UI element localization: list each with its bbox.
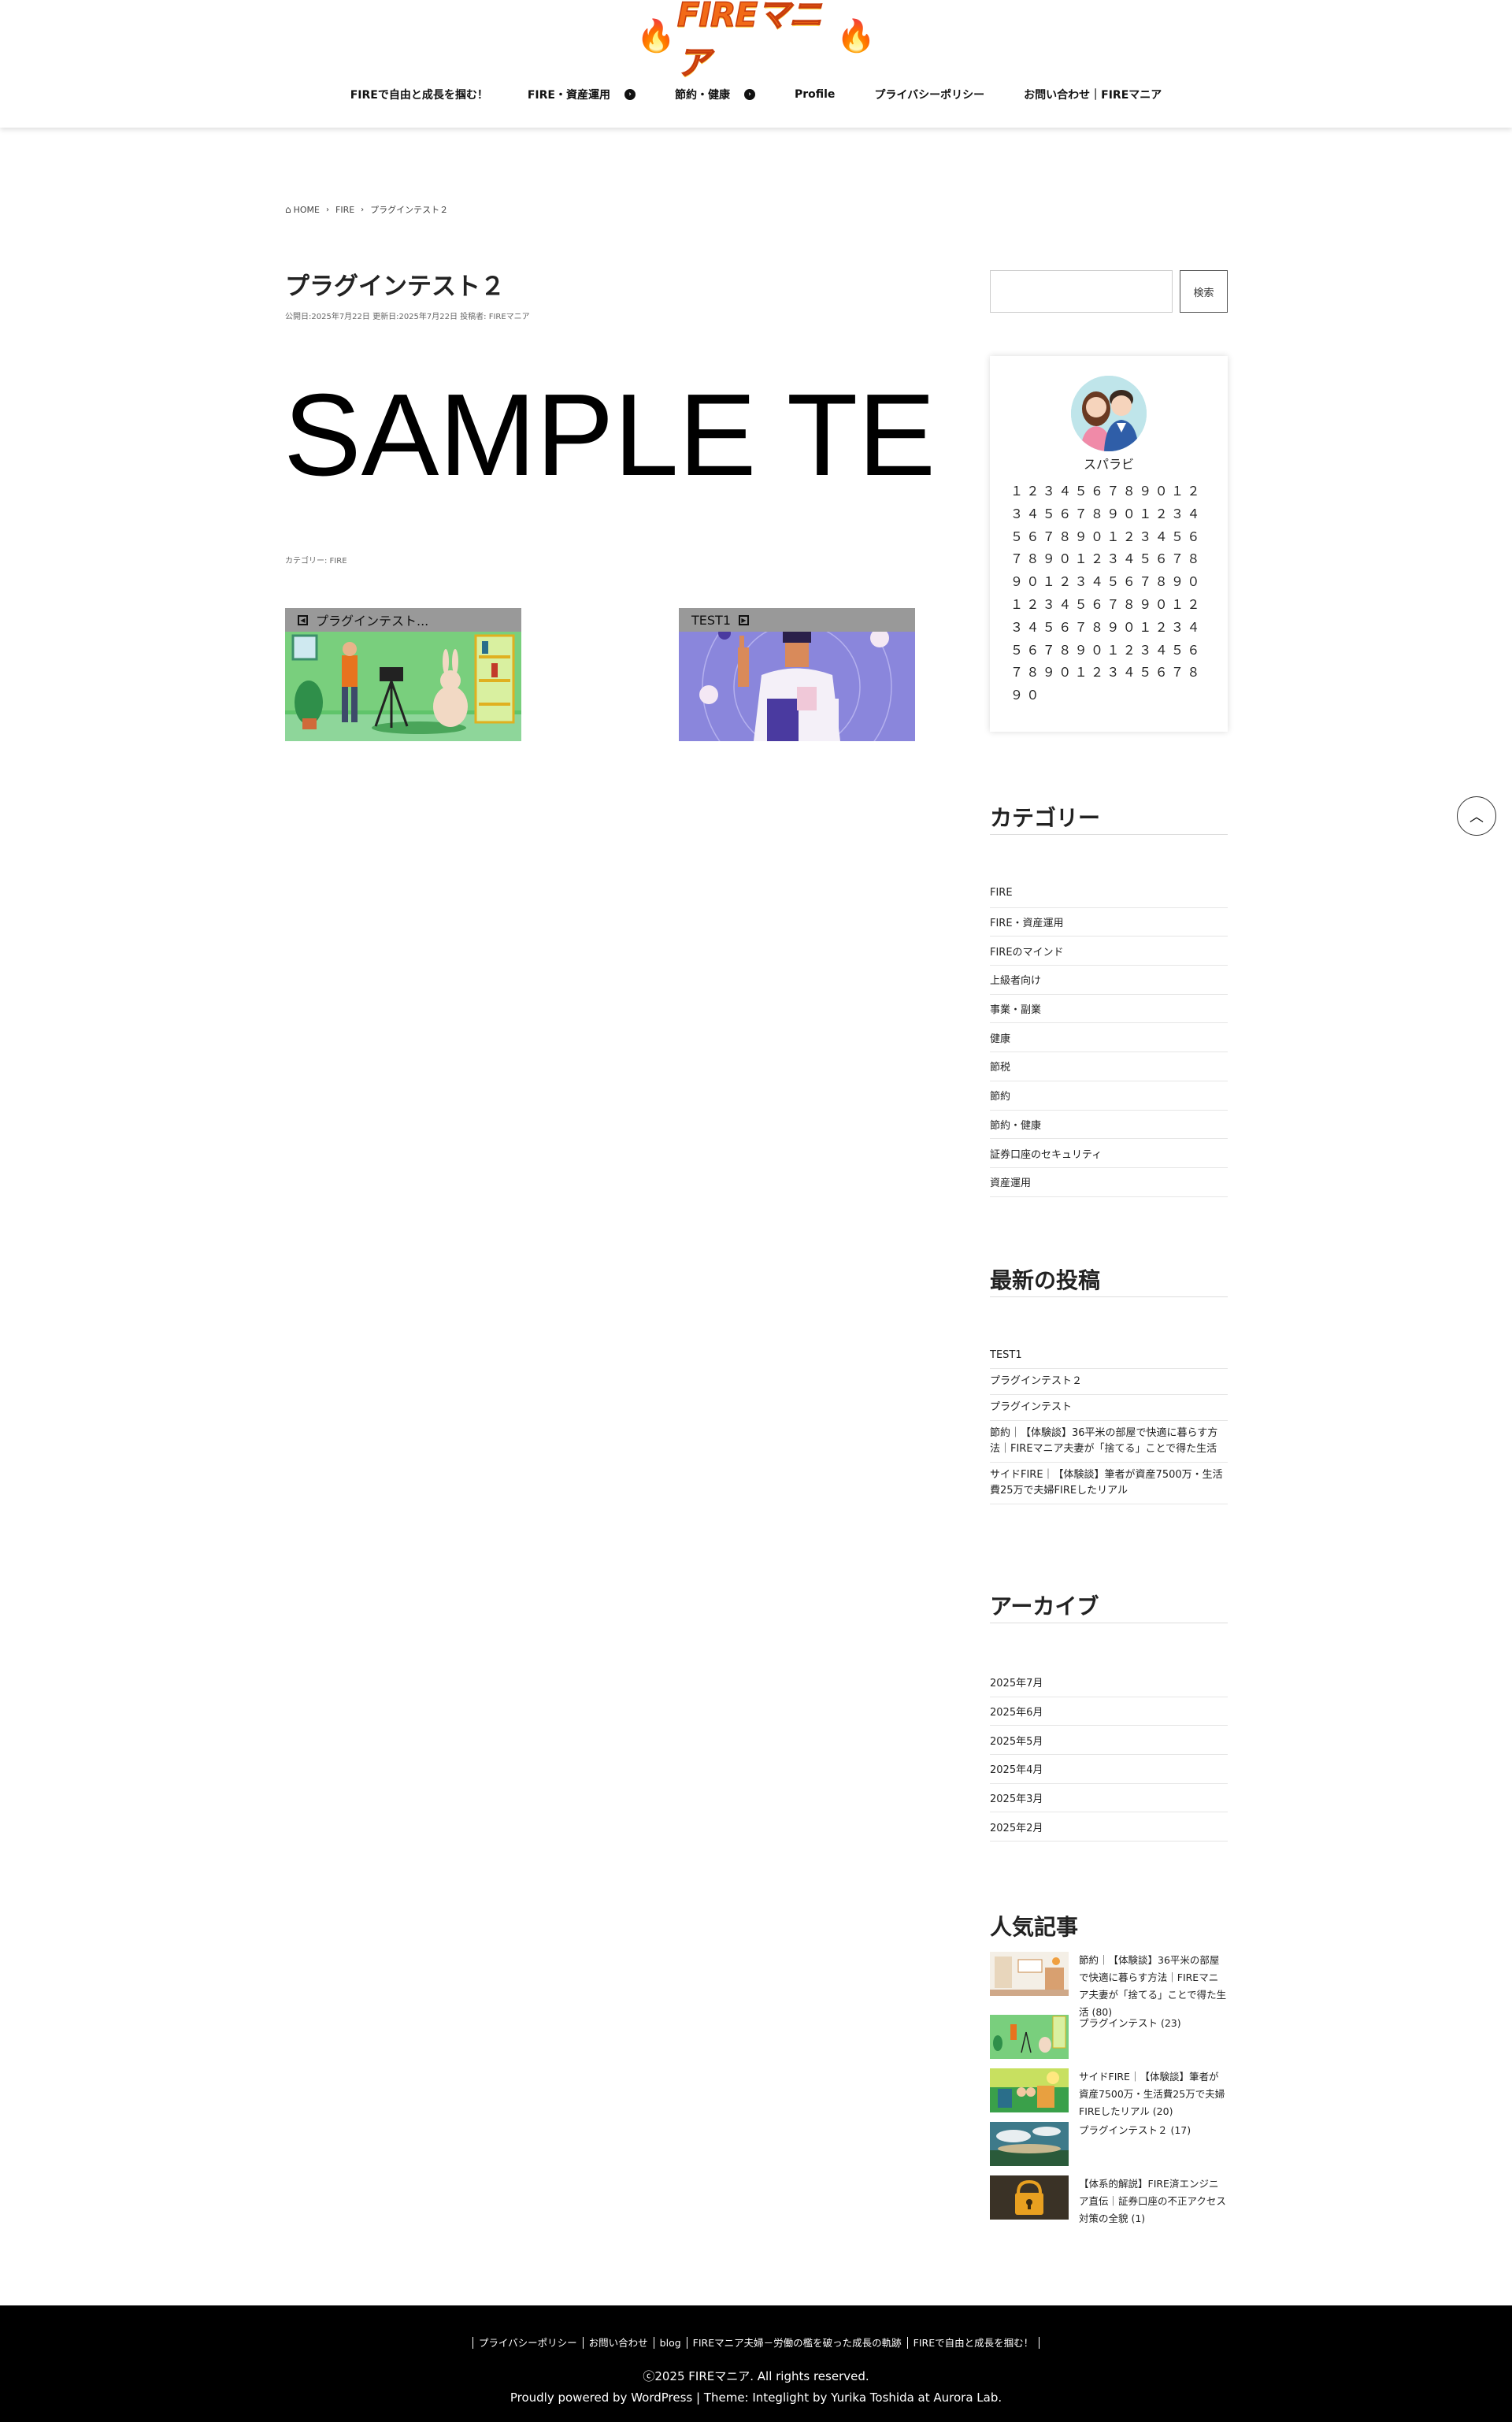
post-body-text: SAMPLE TE: [284, 370, 936, 500]
category-link[interactable]: 事業・副業: [990, 995, 1228, 1024]
popular-post-thumbnail[interactable]: [990, 2068, 1069, 2112]
post-title: プラグインテスト２: [285, 273, 505, 301]
category-link[interactable]: 節約・健康: [990, 1111, 1228, 1140]
chevron-right-icon[interactable]: ›: [743, 89, 755, 100]
profile-description: １２３４５６７８９０１２３４５６７８９０１２３４５６７８９０１２３４５６７８９０…: [1010, 484, 1203, 703]
recent-post-link[interactable]: プラグインテスト: [990, 1395, 1228, 1421]
site-footer: プライバシーポリシー お問い合わせ blog FIREマニア夫婦－労働の檻を破った成長…: [0, 2305, 1512, 2422]
popular-post-thumbnail[interactable]: [990, 2122, 1069, 2166]
logo-text: FIREマニア: [676, 0, 823, 83]
popular-post-title[interactable]: プラグインテスト (23): [1079, 2015, 1181, 2059]
recent-post-link[interactable]: プラグインテスト２: [990, 1369, 1228, 1395]
next-post-card[interactable]: TEST1 ▶: [679, 608, 915, 741]
popular-post-thumbnail[interactable]: [990, 1952, 1069, 1996]
flame-icon: 🔥: [836, 18, 876, 54]
archive-link[interactable]: 2025年4月: [990, 1755, 1228, 1784]
prev-post-label: プラグインテスト...: [316, 614, 429, 629]
category-link[interactable]: 節約: [990, 1081, 1228, 1111]
footer-link-contact[interactable]: お問い合わせ: [582, 2337, 654, 2349]
chevron-up-icon: ︿: [1469, 809, 1484, 825]
recent-post-link[interactable]: TEST1: [990, 1343, 1228, 1369]
profile-card: スパラビ １２３４５６７８９０１２３４５６７８９０１２３４５６７８９０１２３４５…: [990, 356, 1228, 732]
popular-post-item[interactable]: プラグインテスト２ (17): [990, 2122, 1228, 2166]
category-link[interactable]: FIRE: [990, 879, 1228, 908]
popular-posts-title: 人気記事: [990, 1914, 1079, 1940]
category-link[interactable]: FIREのマインド: [990, 937, 1228, 966]
chevron-right-icon: ›: [326, 205, 329, 214]
archive-link[interactable]: 2025年5月: [990, 1726, 1228, 1756]
category-link[interactable]: 健康: [990, 1023, 1228, 1053]
footer-link-privacy[interactable]: プライバシーポリシー: [472, 2337, 583, 2349]
nav-item-saving-health[interactable]: 節約・健康 ›: [655, 82, 775, 107]
archives-list: 2025年7月 2025年6月 2025年5月 2025年4月 2025年3月 …: [990, 1668, 1228, 1842]
category-link[interactable]: 上級者向け: [990, 966, 1228, 995]
back-to-top-button[interactable]: ︿: [1457, 796, 1496, 836]
category-link[interactable]: FIRE・資産運用: [990, 908, 1228, 937]
archive-link[interactable]: 2025年6月: [990, 1697, 1228, 1727]
recent-post-link[interactable]: 節約｜【体験談】36平米の部屋で快適に暮らす方法｜FIREマニア夫妻が「捨てる」…: [990, 1421, 1228, 1463]
prev-post-bar[interactable]: ◀ プラグインテスト...: [285, 608, 521, 632]
powered-by: Proudly powered by WordPress | Theme: In…: [510, 2390, 1002, 2405]
archives-title: アーカイブ: [990, 1589, 1228, 1623]
footer-links: プライバシーポリシー お問い合わせ blog FIREマニア夫婦－労働の檻を破った成長…: [0, 2335, 1512, 2350]
breadcrumb-current: プラグインテスト２: [370, 205, 449, 215]
nav-item-profile[interactable]: Profile: [775, 82, 854, 107]
prev-post-card[interactable]: ◀ プラグインテスト...: [285, 608, 521, 741]
nav-item-contact[interactable]: お問い合わせ｜FIREマニア: [1004, 82, 1181, 107]
categories-title: カテゴリー: [990, 801, 1228, 835]
search-input[interactable]: [990, 270, 1173, 313]
post-category[interactable]: カテゴリー: FIRE: [285, 554, 347, 566]
footer-link-fire-freedom[interactable]: FIREで自由と成長を掴む！: [906, 2337, 1040, 2349]
popular-post-title[interactable]: 【体系的解説】FIRE済エンジニア直伝｜証券口座の不正アクセス対策の全貌 (1): [1079, 2175, 1228, 2227]
categories-list: FIRE FIRE・資産運用 FIREのマインド 上級者向け 事業・副業 健康 …: [990, 879, 1228, 1197]
site-header: 🔥 FIREマニア 🔥 FIREで自由と成長を掴む！ FIRE・資産運用 › 節約…: [0, 0, 1512, 128]
main-nav: FIREで自由と成長を掴む！ FIRE・資産運用 › 節約・健康 › Profile…: [0, 82, 1512, 107]
nav-item-privacy[interactable]: プライバシーポリシー: [854, 82, 1004, 107]
arrow-right-icon: ▶: [739, 614, 749, 625]
footer-link-couple[interactable]: FIREマニア夫婦－労働の檻を破った成長の軌跡: [686, 2337, 907, 2349]
arrow-left-icon: ◀: [298, 614, 308, 625]
nav-item-fire-freedom[interactable]: FIREで自由と成長を掴む！: [331, 82, 508, 107]
profile-name: スパラビ: [1083, 457, 1134, 472]
next-post-bar[interactable]: TEST1 ▶: [679, 608, 915, 632]
chevron-right-icon: ›: [361, 205, 365, 214]
site-logo[interactable]: 🔥 FIREマニア 🔥: [636, 0, 876, 83]
recent-posts-list: TEST1 プラグインテスト２ プラグインテスト 節約｜【体験談】36平米の部屋…: [990, 1343, 1228, 1504]
next-post-thumbnail[interactable]: [679, 632, 915, 741]
recent-post-link[interactable]: サイドFIRE｜【体験談】筆者が資産7500万・生活費25万で夫婦FIREしたリ…: [990, 1463, 1228, 1504]
breadcrumb-home[interactable]: HOME: [294, 205, 320, 215]
popular-post-thumbnail[interactable]: [990, 2175, 1069, 2220]
popular-post-item[interactable]: プラグインテスト (23): [990, 2015, 1228, 2059]
archive-link[interactable]: 2025年7月: [990, 1668, 1228, 1697]
popular-post-title[interactable]: プラグインテスト２ (17): [1079, 2122, 1191, 2166]
archive-link[interactable]: 2025年2月: [990, 1812, 1228, 1842]
prev-post-thumbnail[interactable]: [285, 632, 521, 741]
next-post-label: TEST1: [691, 612, 731, 628]
footer-link-blog[interactable]: blog: [653, 2337, 687, 2349]
category-link[interactable]: 資産運用: [990, 1168, 1228, 1197]
breadcrumb-category[interactable]: FIRE: [335, 205, 354, 215]
breadcrumb: ⌂ HOME › FIRE › プラグインテスト２: [285, 203, 448, 216]
archive-link[interactable]: 2025年3月: [990, 1784, 1228, 1813]
avatar: [1071, 376, 1147, 451]
post-meta: 公開日:2025年7月22日 更新日:2025年7月22日 投稿者: FIREマ…: [285, 313, 530, 321]
search-button[interactable]: 検索: [1180, 270, 1228, 313]
popular-post-title[interactable]: 節約｜【体験談】36平米の部屋で快適に暮らす方法｜FIREマニア夫妻が「捨てる」…: [1079, 1952, 1228, 2021]
category-link[interactable]: 証券口座のセキュリティ: [990, 1139, 1228, 1168]
nav-item-fire-investment[interactable]: FIRE・資産運用 ›: [508, 82, 655, 107]
flame-icon: 🔥: [636, 18, 676, 54]
chevron-right-icon[interactable]: ›: [624, 89, 636, 100]
home-icon: ⌂: [285, 204, 291, 215]
category-link[interactable]: 節税: [990, 1052, 1228, 1081]
popular-post-thumbnail[interactable]: [990, 2015, 1069, 2059]
popular-post-item[interactable]: 【体系的解説】FIRE済エンジニア直伝｜証券口座の不正アクセス対策の全貌 (1): [990, 2175, 1228, 2227]
popular-post-item[interactable]: サイドFIRE｜【体験談】筆者が資産7500万・生活費25万で夫婦FIREしたリ…: [990, 2068, 1228, 2120]
popular-post-title[interactable]: サイドFIRE｜【体験談】筆者が資産7500万・生活費25万で夫婦FIREしたリ…: [1079, 2068, 1228, 2120]
recent-posts-title: 最新の投稿: [990, 1263, 1228, 1297]
copyright: ⓒ2025 FIREマニア. All rights reserved.: [643, 2369, 869, 2383]
popular-post-item[interactable]: 節約｜【体験談】36平米の部屋で快適に暮らす方法｜FIREマニア夫妻が「捨てる」…: [990, 1952, 1228, 2021]
